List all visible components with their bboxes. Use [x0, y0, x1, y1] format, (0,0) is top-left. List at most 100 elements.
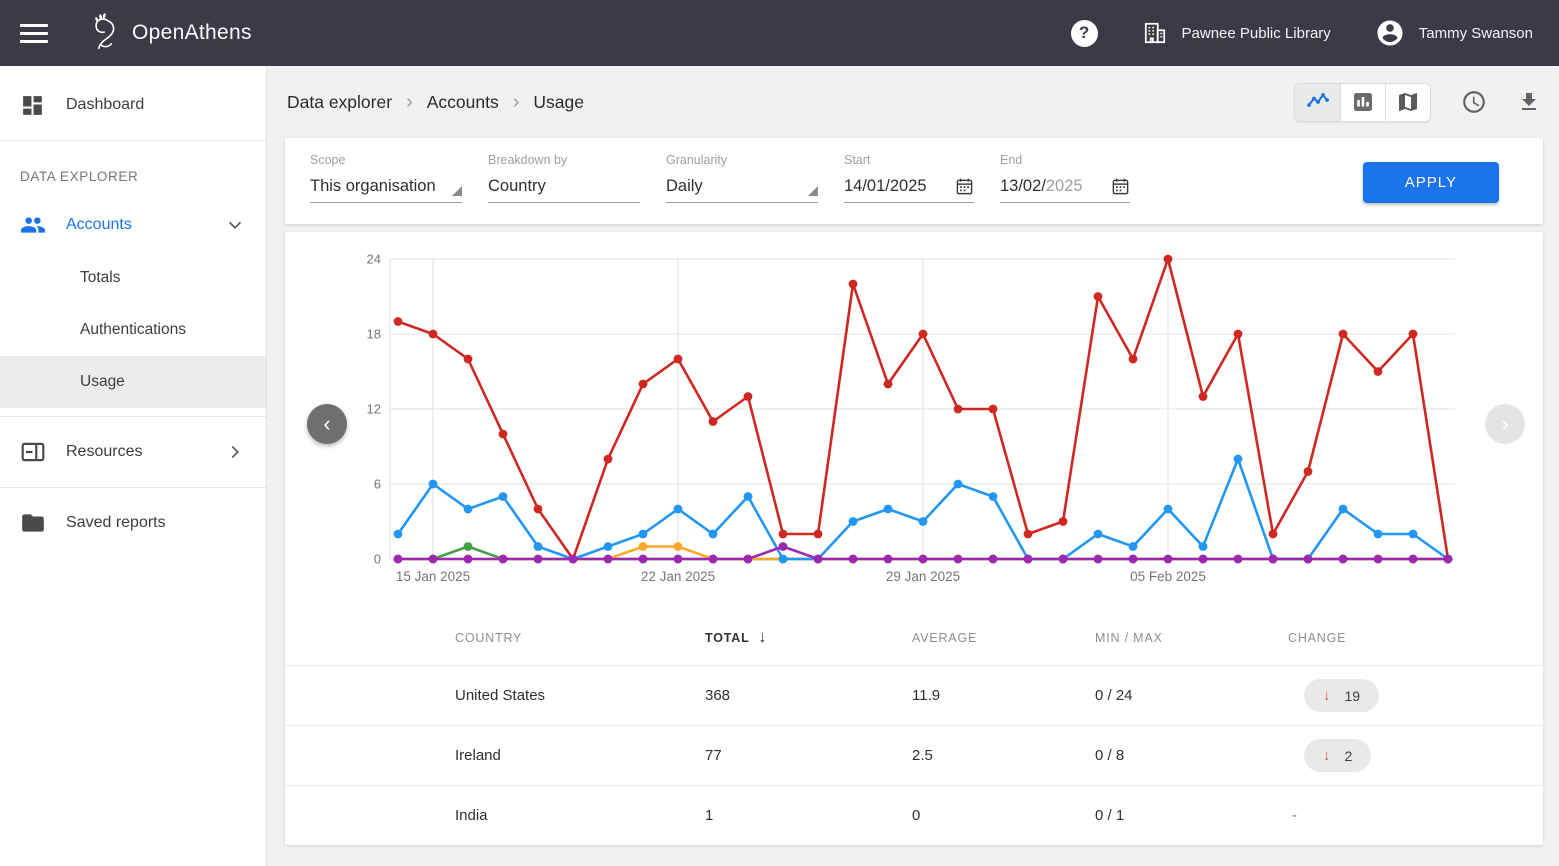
sort-descending-arrow-icon: ↓ — [759, 629, 768, 647]
sidebar-item-authentications[interactable]: Authentications — [0, 304, 266, 356]
total-cell: 1 — [705, 807, 912, 824]
date-input-start[interactable]: 14/01/2025 — [844, 176, 974, 203]
line-chart-icon[interactable] — [1295, 84, 1340, 121]
country-cell: Ireland — [455, 747, 705, 764]
total-cell: 77 — [705, 747, 912, 764]
arrow-down-icon: ↓ — [1323, 747, 1331, 764]
brand: OpenAthens — [88, 12, 252, 54]
download-icon[interactable] — [1517, 90, 1541, 114]
sidebar-item-label: Resources — [66, 443, 142, 461]
sidebar-item-dashboard[interactable]: Dashboard — [0, 78, 266, 132]
chevron-down-icon — [224, 214, 246, 236]
sidebar-item-label: Saved reports — [66, 514, 166, 532]
sidebar-item-saved-reports[interactable]: Saved reports — [0, 496, 266, 550]
min-max-cell: 0 / 24 — [1095, 687, 1288, 704]
dropdown-triangle-icon — [808, 186, 818, 196]
chevron-right-icon: › — [406, 92, 413, 112]
filter-bar: ScopeThis organisationBreakdown byCountr… — [285, 138, 1543, 224]
change-value: 2 — [1345, 748, 1353, 764]
organisation-name: Pawnee Public Library — [1182, 25, 1331, 42]
filter-start: Start 14/01/2025 — [844, 153, 974, 203]
table-row-india[interactable]: India100 / 1- — [285, 785, 1543, 845]
openathens-logo-icon — [88, 12, 124, 54]
column-header-change[interactable]: CHANGE — [1288, 631, 1543, 645]
breadcrumb-usage: Usage — [533, 92, 584, 113]
svg-text:24: 24 — [367, 252, 381, 267]
filter-label: End — [1000, 153, 1130, 167]
user-menu[interactable]: Tammy Swanson — [1375, 18, 1533, 48]
sidebar-divider — [0, 140, 266, 141]
table-row-united-states[interactable]: United States36811.90 / 24↓19 — [285, 665, 1543, 725]
menu-icon[interactable] — [20, 24, 48, 43]
filter-label: Granularity — [666, 153, 818, 167]
sidebar-item-label: Authentications — [80, 321, 186, 339]
sidebar-divider — [0, 416, 266, 417]
svg-text:05 Feb 2025: 05 Feb 2025 — [1130, 569, 1206, 584]
min-max-cell: 0 / 8 — [1095, 747, 1288, 764]
sidebar-item-label: Totals — [80, 269, 121, 287]
column-header-min-max[interactable]: MIN / MAX — [1095, 631, 1288, 645]
dropdown-scope[interactable]: This organisation — [310, 176, 462, 203]
change-cell: - — [1288, 807, 1543, 824]
min-max-cell: 0 / 1 — [1095, 807, 1288, 824]
sidebar-divider — [0, 487, 266, 488]
filter-end: End 13/02/2025 — [1000, 153, 1130, 203]
folder-icon — [20, 510, 46, 536]
sidebar-item-resources[interactable]: Resources — [0, 425, 266, 479]
breadcrumb-accounts[interactable]: Accounts — [427, 92, 499, 113]
svg-text:12: 12 — [367, 402, 381, 417]
usage-line-chart: 0612182415 Jan 202522 Jan 202529 Jan 202… — [285, 234, 1543, 592]
column-header-total[interactable]: TOTAL↓ — [705, 629, 912, 647]
x-axis-tick-labels: 15 Jan 202522 Jan 202529 Jan 202505 Feb … — [396, 569, 1206, 584]
calendar-icon[interactable] — [955, 177, 974, 196]
sidebar-item-label: Usage — [80, 373, 125, 391]
column-header-average[interactable]: AVERAGE — [912, 631, 1095, 645]
table-row-ireland[interactable]: Ireland772.50 / 8↓2 — [285, 725, 1543, 785]
sidebar-item-usage[interactable]: Usage — [0, 356, 266, 408]
apply-button[interactable]: APPLY — [1363, 162, 1499, 203]
organisation-switcher[interactable]: Pawnee Public Library — [1142, 20, 1331, 46]
brand-name: OpenAthens — [132, 21, 252, 45]
svg-text:18: 18 — [367, 327, 381, 342]
user-name: Tammy Swanson — [1419, 25, 1533, 42]
filter-value: This organisation — [310, 177, 436, 196]
help-icon[interactable]: ? — [1071, 20, 1098, 47]
dropdown-triangle-icon — [452, 186, 462, 196]
breadcrumb-data-explorer[interactable]: Data explorer — [287, 92, 392, 113]
svg-text:15 Jan 2025: 15 Jan 2025 — [396, 569, 470, 584]
calendar-icon[interactable] — [1111, 177, 1130, 196]
chevron-right-icon: › — [513, 92, 520, 112]
filter-label: Start — [844, 153, 974, 167]
building-icon — [1142, 20, 1168, 46]
usage-table: COUNTRYTOTAL↓AVERAGEMIN / MAXCHANGEUnite… — [285, 611, 1543, 845]
bar-chart-icon[interactable] — [1340, 84, 1385, 121]
chevron-right-icon — [224, 441, 246, 463]
chart-gridlines — [390, 259, 1455, 559]
account-icon — [1375, 18, 1405, 48]
filter-label: Breakdown by — [488, 153, 640, 167]
filter-value: 14/01/2025 — [844, 177, 927, 196]
carousel-left-button[interactable]: ‹ — [307, 404, 347, 444]
country-cell: India — [455, 807, 705, 824]
y-axis-tick-labels: 06121824 — [367, 252, 381, 567]
table-header-row: COUNTRYTOTAL↓AVERAGEMIN / MAXCHANGE — [285, 611, 1543, 665]
map-icon[interactable] — [1385, 84, 1430, 121]
sidebar-item-totals[interactable]: Totals — [0, 252, 266, 304]
dropdown-granularity[interactable]: Daily — [666, 176, 818, 203]
change-badge: ↓2 — [1304, 739, 1371, 772]
resources-icon — [20, 439, 46, 465]
change-value: - — [1292, 807, 1297, 824]
svg-text:22 Jan 2025: 22 Jan 2025 — [641, 569, 715, 584]
change-value: 19 — [1345, 688, 1361, 704]
date-input-end[interactable]: 13/02/2025 — [1000, 176, 1130, 203]
sidebar-item-accounts[interactable]: Accounts — [0, 198, 266, 252]
average-cell: 0 — [912, 807, 1095, 824]
carousel-right-button[interactable]: › — [1485, 404, 1525, 444]
column-header-country[interactable]: COUNTRY — [455, 631, 705, 645]
input-breakdown-by[interactable]: Country — [488, 176, 640, 203]
breadcrumb: Data explorer › Accounts › Usage — [287, 92, 584, 113]
change-cell: ↓2 — [1288, 739, 1543, 772]
people-icon — [20, 212, 46, 238]
average-cell: 2.5 — [912, 747, 1095, 764]
history-clock-icon[interactable] — [1461, 89, 1487, 115]
